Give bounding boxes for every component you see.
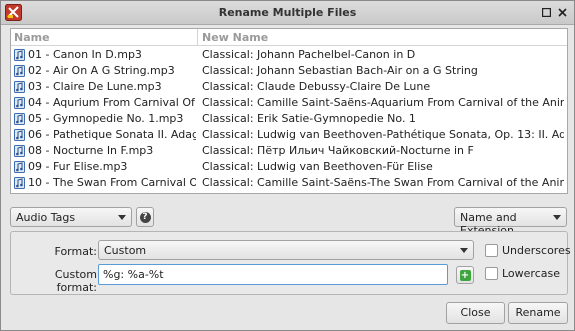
audio-file-icon — [14, 113, 25, 125]
new-file-name: Classical: Ludwig van Beethoven-Pathétiq… — [202, 128, 564, 141]
chevron-down-icon — [460, 248, 468, 253]
target-combo[interactable]: Name and Extension — [454, 207, 567, 237]
source-combo-label: Audio Tags — [16, 211, 76, 224]
new-file-name: Classical: Johann Pachelbel-Canon in D — [202, 48, 416, 61]
custom-format-input[interactable] — [98, 264, 448, 285]
audio-file-icon — [14, 129, 25, 141]
window-title: Rename Multiple Files — [218, 6, 357, 19]
list-row[interactable]: 05 - Gymnopedie No. 1.mp3 Classical: Erik… — [11, 111, 567, 127]
audio-file-icon — [14, 161, 25, 173]
rename-dialog: Rename Multiple Files Name New Name 01 -… — [0, 0, 575, 331]
add-icon: + — [459, 269, 471, 281]
underscores-label: Underscores — [502, 244, 571, 257]
rename-button[interactable]: Rename — [508, 302, 568, 324]
file-name: 10 - The Swan From Carnival Of Th... — [28, 176, 196, 189]
new-file-name: Classical: Claude Debussy-Claire De Lune — [202, 80, 431, 93]
source-combo[interactable]: Audio Tags — [10, 207, 132, 227]
add-format-button[interactable]: + — [456, 266, 474, 284]
format-combo[interactable]: Custom — [98, 240, 474, 260]
audio-file-icon — [14, 65, 25, 77]
new-file-name: Classical: Пётр Ильич Чайковский-Nocturn… — [202, 144, 474, 157]
checkbox-box[interactable] — [485, 244, 498, 257]
column-separator[interactable] — [197, 29, 198, 46]
list-row[interactable]: 04 - Aqurium From Carnival Of The... Clas… — [11, 95, 567, 111]
file-list[interactable]: Name New Name 01 - Canon In D.mp3 Classic… — [10, 28, 568, 194]
file-name: 03 - Claire De Lune.mp3 — [28, 80, 162, 93]
new-file-name: Classical: Ludwig van Beethoven-Für Elis… — [202, 160, 433, 173]
audio-file-icon — [14, 177, 25, 189]
new-file-name: Classical: Johann Sebastian Bach-Air on … — [202, 64, 478, 77]
list-row[interactable]: 10 - The Swan From Carnival Of Th... Clas… — [11, 175, 567, 191]
list-row[interactable]: 02 - Air On A G String.mp3 Classical: Joh… — [11, 63, 567, 79]
help-button[interactable]: ? — [136, 207, 154, 227]
column-header-name[interactable]: Name — [14, 31, 50, 44]
column-header-new-name[interactable]: New Name — [202, 31, 268, 44]
file-name: 05 - Gymnopedie No. 1.mp3 — [28, 112, 184, 125]
list-row[interactable]: 03 - Claire De Lune.mp3 Classical: Claude… — [11, 79, 567, 95]
list-row[interactable]: 01 - Canon In D.mp3 Classical: Johann Pac… — [11, 47, 567, 63]
audio-file-icon — [14, 49, 25, 61]
new-file-name: Classical: Camille Saint-Saëns-Aquarium … — [202, 96, 564, 109]
close-icon[interactable] — [555, 5, 570, 20]
new-file-name: Classical: Erik Satie-Gymnopedie No. 1 — [202, 112, 416, 125]
help-icon: ? — [139, 211, 151, 223]
audio-file-icon — [14, 97, 25, 109]
title-bar[interactable]: Rename Multiple Files — [1, 1, 574, 25]
list-header: Name New Name — [11, 29, 567, 46]
list-row[interactable]: 09 - Fur Elise.mp3 Classical: Ludwig van … — [11, 159, 567, 175]
chevron-down-icon — [553, 215, 561, 220]
lowercase-label: Lowercase — [502, 267, 560, 280]
format-panel: Format: Custom Custom format: + Undersco… — [10, 231, 571, 295]
checkbox-box[interactable] — [485, 267, 498, 280]
maximize-icon[interactable] — [539, 5, 554, 20]
format-combo-value: Custom — [104, 244, 147, 257]
file-name: 01 - Canon In D.mp3 — [28, 48, 142, 61]
list-row[interactable]: 08 - Nocturne In F.mp3 Classical: Пётр Ил… — [11, 143, 567, 159]
file-name: 04 - Aqurium From Carnival Of The... — [28, 96, 196, 109]
file-name: 09 - Fur Elise.mp3 — [28, 160, 128, 173]
audio-file-icon — [14, 81, 25, 93]
file-name: 02 - Air On A G String.mp3 — [28, 64, 175, 77]
chevron-down-icon — [118, 215, 126, 220]
format-label: Format: — [54, 245, 97, 258]
new-file-name: Classical: Camille Saint-Saëns-The Swan … — [202, 176, 564, 189]
custom-format-label: Custom format: — [54, 268, 97, 294]
list-rows: 01 - Canon In D.mp3 Classical: Johann Pac… — [11, 47, 567, 191]
list-row[interactable]: 06 - Pathetique Sonata II. Adagio.... Cla… — [11, 127, 567, 143]
close-button[interactable]: Close — [446, 302, 505, 324]
file-name: 08 - Nocturne In F.mp3 — [28, 144, 154, 157]
file-name: 06 - Pathetique Sonata II. Adagio.... — [28, 128, 196, 141]
audio-file-icon — [14, 145, 25, 157]
